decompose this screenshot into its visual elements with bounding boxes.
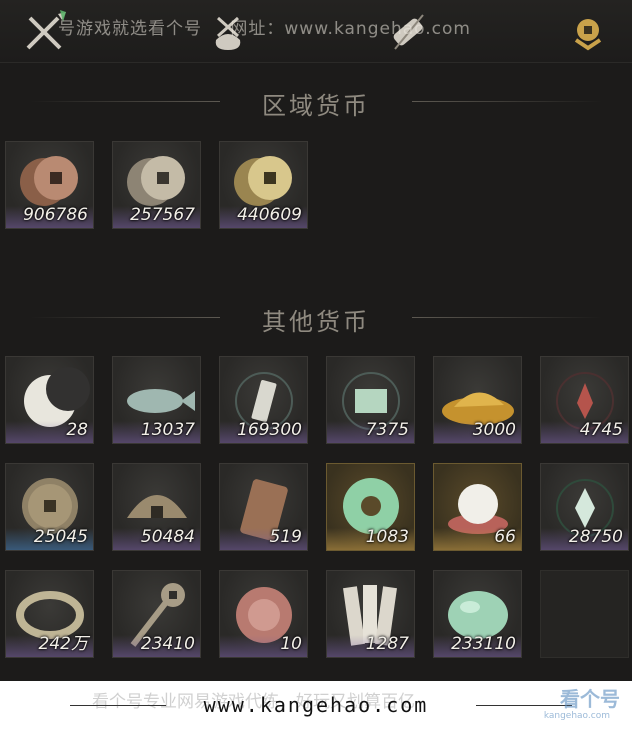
- item-quantity: 23410: [140, 634, 195, 654]
- currency-item-slot[interactable]: 242万: [5, 570, 94, 658]
- section-regional-currency: 区域货币: [0, 86, 632, 121]
- currency-coin-icon: [574, 19, 602, 51]
- top-tab-bar: 号游戏就选看个号 网址：www.kangehao.com: [0, 0, 632, 63]
- item-quantity: 4745: [579, 420, 623, 440]
- section-title: 区域货币: [262, 92, 370, 120]
- currency-item-slot[interactable]: 28: [5, 356, 94, 444]
- currency-item-slot[interactable]: 169300: [219, 356, 308, 444]
- item-quantity: 169300: [237, 420, 302, 440]
- divider-line: [412, 101, 602, 102]
- item-quantity: 7375: [365, 420, 409, 440]
- watermark-top: 号游戏就选看个号 网址：www.kangehao.com: [58, 14, 471, 39]
- currency-item-slot[interactable]: 906786: [5, 141, 94, 229]
- section-other-currency: 其他货币: [0, 302, 632, 337]
- item-quantity: 257567: [130, 205, 195, 225]
- currency-item-slot[interactable]: 440609: [219, 141, 308, 229]
- currency-item-slot[interactable]: 25045: [5, 463, 94, 551]
- currency-item-slot[interactable]: 3000: [433, 356, 522, 444]
- footer-logo: 看个号: [560, 687, 620, 711]
- footer-logo-sub: kangehao.com: [543, 711, 610, 721]
- item-quantity: 10: [280, 634, 302, 654]
- watermark-top-url: 网址：www.kangehao.com: [230, 19, 471, 39]
- item-quantity: 519: [269, 527, 302, 547]
- currency-item-slot[interactable]: 519: [219, 463, 308, 551]
- item-quantity: 28750: [568, 527, 623, 547]
- item-quantity: 906786: [23, 205, 88, 225]
- currency-item-slot[interactable]: 257567: [112, 141, 201, 229]
- item-quantity: 66: [494, 527, 516, 547]
- currency-item-slot[interactable]: 10: [219, 570, 308, 658]
- currency-item-slot[interactable]: 4745: [540, 356, 629, 444]
- section-title: 其他货币: [262, 308, 370, 336]
- currency-item-slot[interactable]: 233110: [433, 570, 522, 658]
- item-quantity: 25045: [33, 527, 88, 547]
- divider-line: [30, 101, 220, 102]
- currency-item-slot[interactable]: 1083: [326, 463, 415, 551]
- empty-item-slot: [540, 570, 629, 658]
- item-quantity: 233110: [451, 634, 516, 654]
- tab-currency[interactable]: [562, 6, 614, 58]
- currency-item-slot[interactable]: 7375: [326, 356, 415, 444]
- item-quantity: 28: [66, 420, 88, 440]
- footer-rule: [476, 705, 572, 706]
- item-quantity: 1083: [365, 527, 409, 547]
- item-quantity: 1287: [365, 634, 409, 654]
- divider-line: [30, 317, 220, 318]
- divider-line: [412, 317, 602, 318]
- item-quantity: 50484: [140, 527, 195, 547]
- currency-item-slot[interactable]: 28750: [540, 463, 629, 551]
- currency-item-slot[interactable]: 66: [433, 463, 522, 551]
- currency-item-slot[interactable]: 50484: [112, 463, 201, 551]
- currency-item-slot[interactable]: 13037: [112, 356, 201, 444]
- item-quantity: 440609: [237, 205, 302, 225]
- currency-item-slot[interactable]: 23410: [112, 570, 201, 658]
- item-quantity: 13037: [140, 420, 195, 440]
- item-quantity: 3000: [472, 420, 516, 440]
- item-quantity: 242万: [38, 634, 88, 654]
- watermark-top-text: 号游戏就选看个号: [58, 19, 202, 39]
- currency-item-slot[interactable]: 1287: [326, 570, 415, 658]
- footer-watermark: 看个号专业网易游戏代练，好玩又划算百亿 www.kangehao.com 看个号…: [0, 681, 632, 729]
